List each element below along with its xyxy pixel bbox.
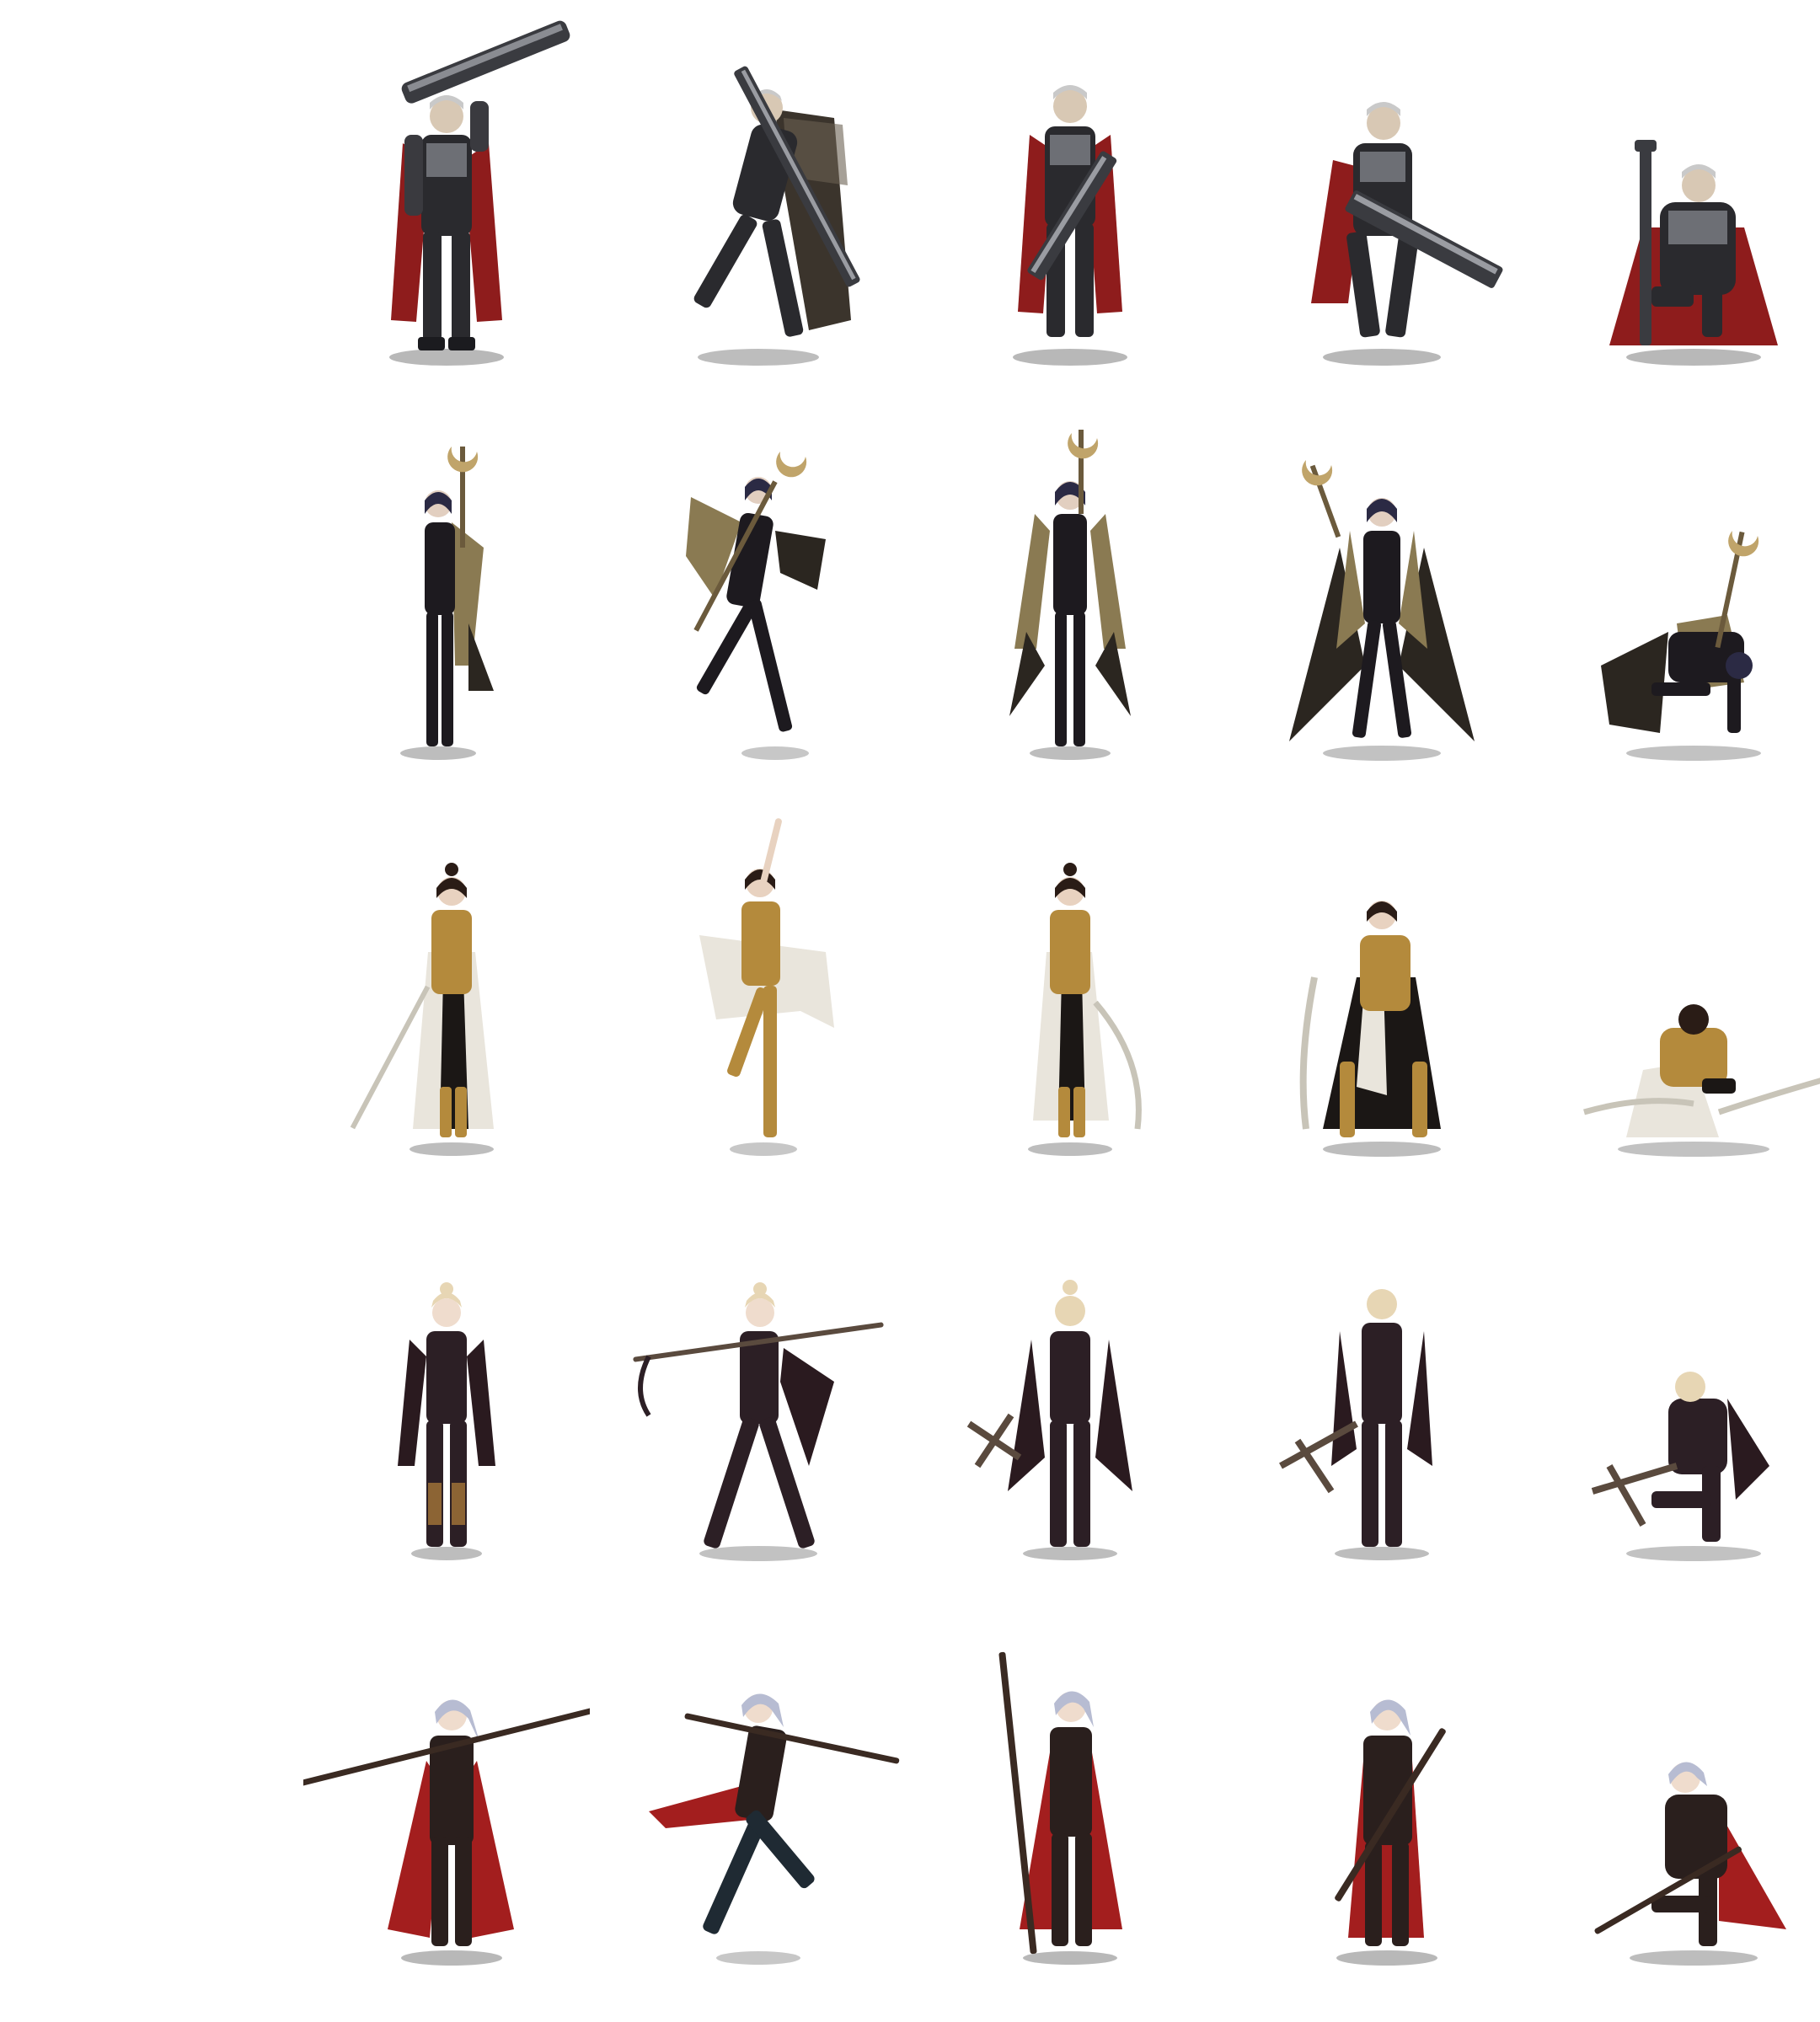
row-greatsword-knight [0, 17, 1820, 404]
swordswoman-figure-1 [350, 863, 494, 1156]
knight-figure-5 [1609, 140, 1778, 366]
pose-swordswoman-standing [303, 809, 590, 1196]
pose-lancer-spear-diagonal [1239, 1618, 1525, 2005]
row-blonde-archer [0, 1213, 1820, 1601]
pose-knight-standing-shoulder [303, 17, 590, 404]
pose-lancer-running [615, 1618, 902, 2005]
archer-figure-2 [633, 1282, 884, 1561]
knight-figure-2 [693, 66, 860, 366]
pose-archer-back-crossbow-low [1239, 1213, 1525, 1601]
mage-figure-5 [1601, 531, 1761, 761]
lancer-figure-2 [649, 1693, 900, 1965]
archer-figure-3 [966, 1280, 1132, 1560]
pose-knight-crouched [1239, 17, 1525, 404]
pose-mage-standing [303, 413, 590, 800]
row-white-robed-swordswoman [0, 809, 1820, 1196]
mage-figure-2 [686, 452, 826, 760]
pose-mage-on-knees [1550, 413, 1820, 800]
swordswoman-figure-2 [699, 818, 834, 1156]
pose-archer-kneeling [1550, 1213, 1820, 1601]
row-crescent-staff-mage [0, 413, 1820, 800]
character-pose-sheet [0, 0, 1820, 2022]
swordswoman-figure-3 [1028, 863, 1142, 1156]
pose-lancer-spear-shoulder [303, 1618, 590, 2005]
archer-figure-5 [1591, 1372, 1769, 1561]
pose-swordswoman-crouched [1239, 809, 1525, 1196]
pose-lancer-kneeling [1550, 1618, 1820, 2005]
pose-swordswoman-sword-side [927, 809, 1213, 1196]
knight-figure-3 [1013, 85, 1127, 366]
mage-figure-4 [1289, 460, 1475, 761]
pose-knight-kneeling [1550, 17, 1820, 404]
pose-knight-lunging [615, 17, 902, 404]
mage-figure-3 [1009, 430, 1131, 760]
pose-swordswoman-kneeling [1550, 809, 1820, 1196]
mage-figure-1 [400, 447, 494, 760]
pose-archer-standing [303, 1213, 590, 1601]
knight-figure-1 [389, 20, 570, 366]
pose-knight-standing-sword-down [927, 17, 1213, 404]
pose-mage-crouched [1239, 413, 1525, 800]
pose-swordswoman-leaping [615, 809, 902, 1196]
swordswoman-figure-4 [1299, 901, 1441, 1157]
lancer-figure-1 [303, 1699, 590, 1966]
archer-figure-4 [1279, 1289, 1432, 1560]
pose-lancer-spear-vertical [927, 1618, 1213, 2005]
pose-archer-back-crossbow [927, 1213, 1213, 1601]
archer-figure-1 [398, 1282, 495, 1560]
pose-archer-wide-stance [615, 1213, 902, 1601]
pose-mage-leaping [615, 413, 902, 800]
lancer-figure-3 [998, 1651, 1122, 1965]
pose-mage-staff-raised [927, 413, 1213, 800]
swordswoman-figure-5 [1583, 1004, 1820, 1157]
row-red-coat-lancer [0, 1618, 1820, 2005]
lancer-figure-5 [1594, 1762, 1786, 1966]
knight-figure-4 [1311, 102, 1503, 366]
lancer-figure-4 [1335, 1699, 1446, 1966]
